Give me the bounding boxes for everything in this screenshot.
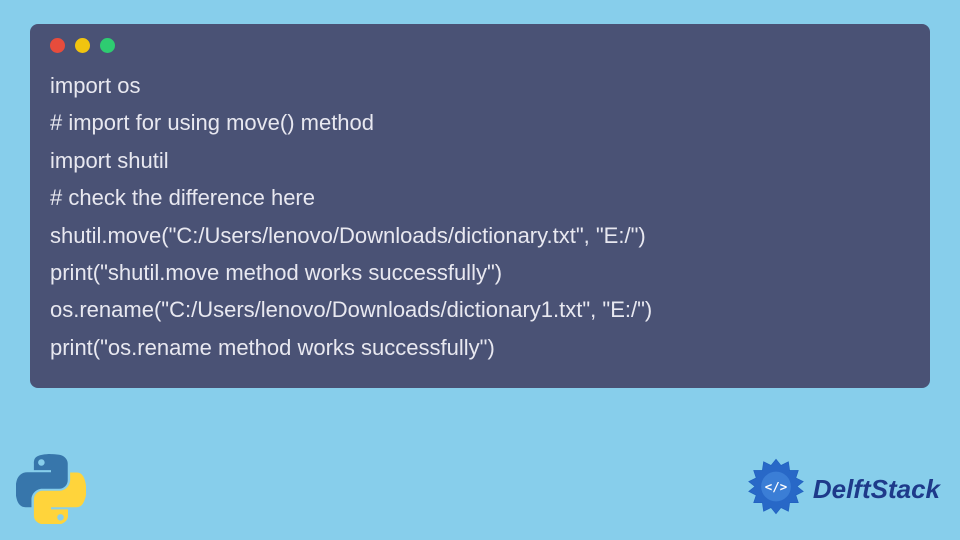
code-line: print("shutil.move method works successf… — [50, 260, 502, 285]
window-traffic-lights — [50, 38, 910, 53]
brand-logo-icon: </> — [745, 458, 807, 520]
maximize-icon — [100, 38, 115, 53]
code-line: os.rename("C:/Users/lenovo/Downloads/dic… — [50, 297, 652, 322]
code-line: # check the difference here — [50, 185, 315, 210]
close-icon — [50, 38, 65, 53]
brand-name: DelftStack — [813, 474, 940, 505]
brand-badge: </> DelftStack — [745, 458, 940, 520]
code-line: shutil.move("C:/Users/lenovo/Downloads/d… — [50, 223, 646, 248]
code-line: # import for using move() method — [50, 110, 374, 135]
minimize-icon — [75, 38, 90, 53]
code-block: import os # import for using move() meth… — [50, 67, 910, 366]
code-window: import os # import for using move() meth… — [30, 24, 930, 388]
code-line: print("os.rename method works successful… — [50, 335, 495, 360]
svg-text:</>: </> — [765, 479, 787, 494]
python-logo-icon — [16, 454, 86, 524]
code-line: import os — [50, 73, 140, 98]
code-line: import shutil — [50, 148, 169, 173]
